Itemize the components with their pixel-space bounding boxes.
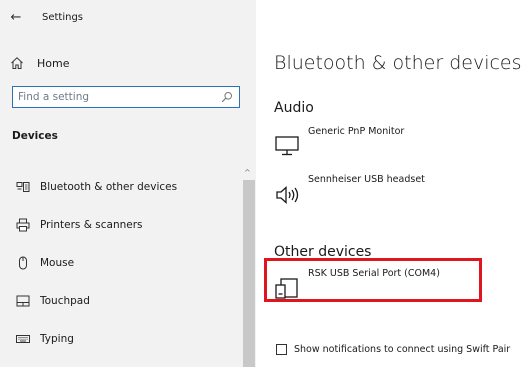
mouse-icon [19, 256, 27, 270]
sidebar-item-label: Typing [40, 333, 74, 345]
sidebar-item-mouse[interactable]: Mouse [0, 244, 243, 282]
sidebar-nav: Bluetooth & other devices Printers & sca… [0, 168, 243, 358]
sidebar-item-printers[interactable]: Printers & scanners [0, 206, 243, 244]
home-link[interactable]: Home [10, 52, 69, 74]
sidebar-item-touchpad[interactable]: Touchpad [0, 282, 243, 320]
section-heading: Devices [12, 130, 58, 142]
sidebar: ← Settings Home Devices Bluetooth & ot [0, 0, 256, 367]
swift-pair-checkbox[interactable] [276, 344, 287, 355]
device-item-monitor[interactable]: Generic PnP Monitor [274, 126, 404, 160]
speaker-icon [276, 186, 299, 204]
device-name: Generic PnP Monitor [308, 126, 405, 137]
sidebar-item-label: Touchpad [40, 295, 90, 307]
swift-pair-label: Show notifications to connect using Swif… [294, 344, 511, 355]
page-title: Bluetooth & other devices [274, 52, 521, 74]
search-icon[interactable] [221, 91, 233, 103]
app-title: Settings [42, 11, 84, 23]
touchpad-icon [16, 295, 30, 307]
main-content: Bluetooth & other devices Audio Generic … [256, 0, 521, 367]
sidebar-item-label: Bluetooth & other devices [40, 181, 178, 193]
sidebar-item-typing[interactable]: Typing [0, 320, 243, 358]
audio-heading: Audio [274, 100, 314, 116]
home-icon [11, 57, 23, 69]
monitor-icon [275, 136, 299, 156]
bluetooth-devices-icon [16, 182, 30, 192]
swift-pair-option[interactable]: Show notifications to connect using Swif… [276, 344, 510, 355]
device-name: Sennheiser USB headset [308, 174, 425, 185]
scroll-up-icon[interactable]: ^ [244, 168, 251, 177]
keyboard-icon [16, 335, 30, 343]
sidebar-item-label: Printers & scanners [40, 219, 143, 231]
search-input[interactable] [13, 87, 220, 107]
search-box[interactable] [12, 86, 240, 108]
scroll-thumb[interactable] [243, 180, 255, 367]
sidebar-scrollbar[interactable]: ^ [243, 168, 255, 367]
sidebar-item-bluetooth[interactable]: Bluetooth & other devices [0, 168, 243, 206]
printer-icon [16, 218, 30, 232]
back-arrow-icon: ← [10, 9, 22, 25]
back-button[interactable]: ← [4, 5, 28, 29]
highlight-box [264, 258, 482, 302]
device-item-headset[interactable]: Sennheiser USB headset [274, 174, 425, 208]
home-label: Home [37, 56, 70, 70]
sidebar-item-label: Mouse [40, 257, 75, 269]
title-bar: ← Settings [0, 0, 256, 34]
